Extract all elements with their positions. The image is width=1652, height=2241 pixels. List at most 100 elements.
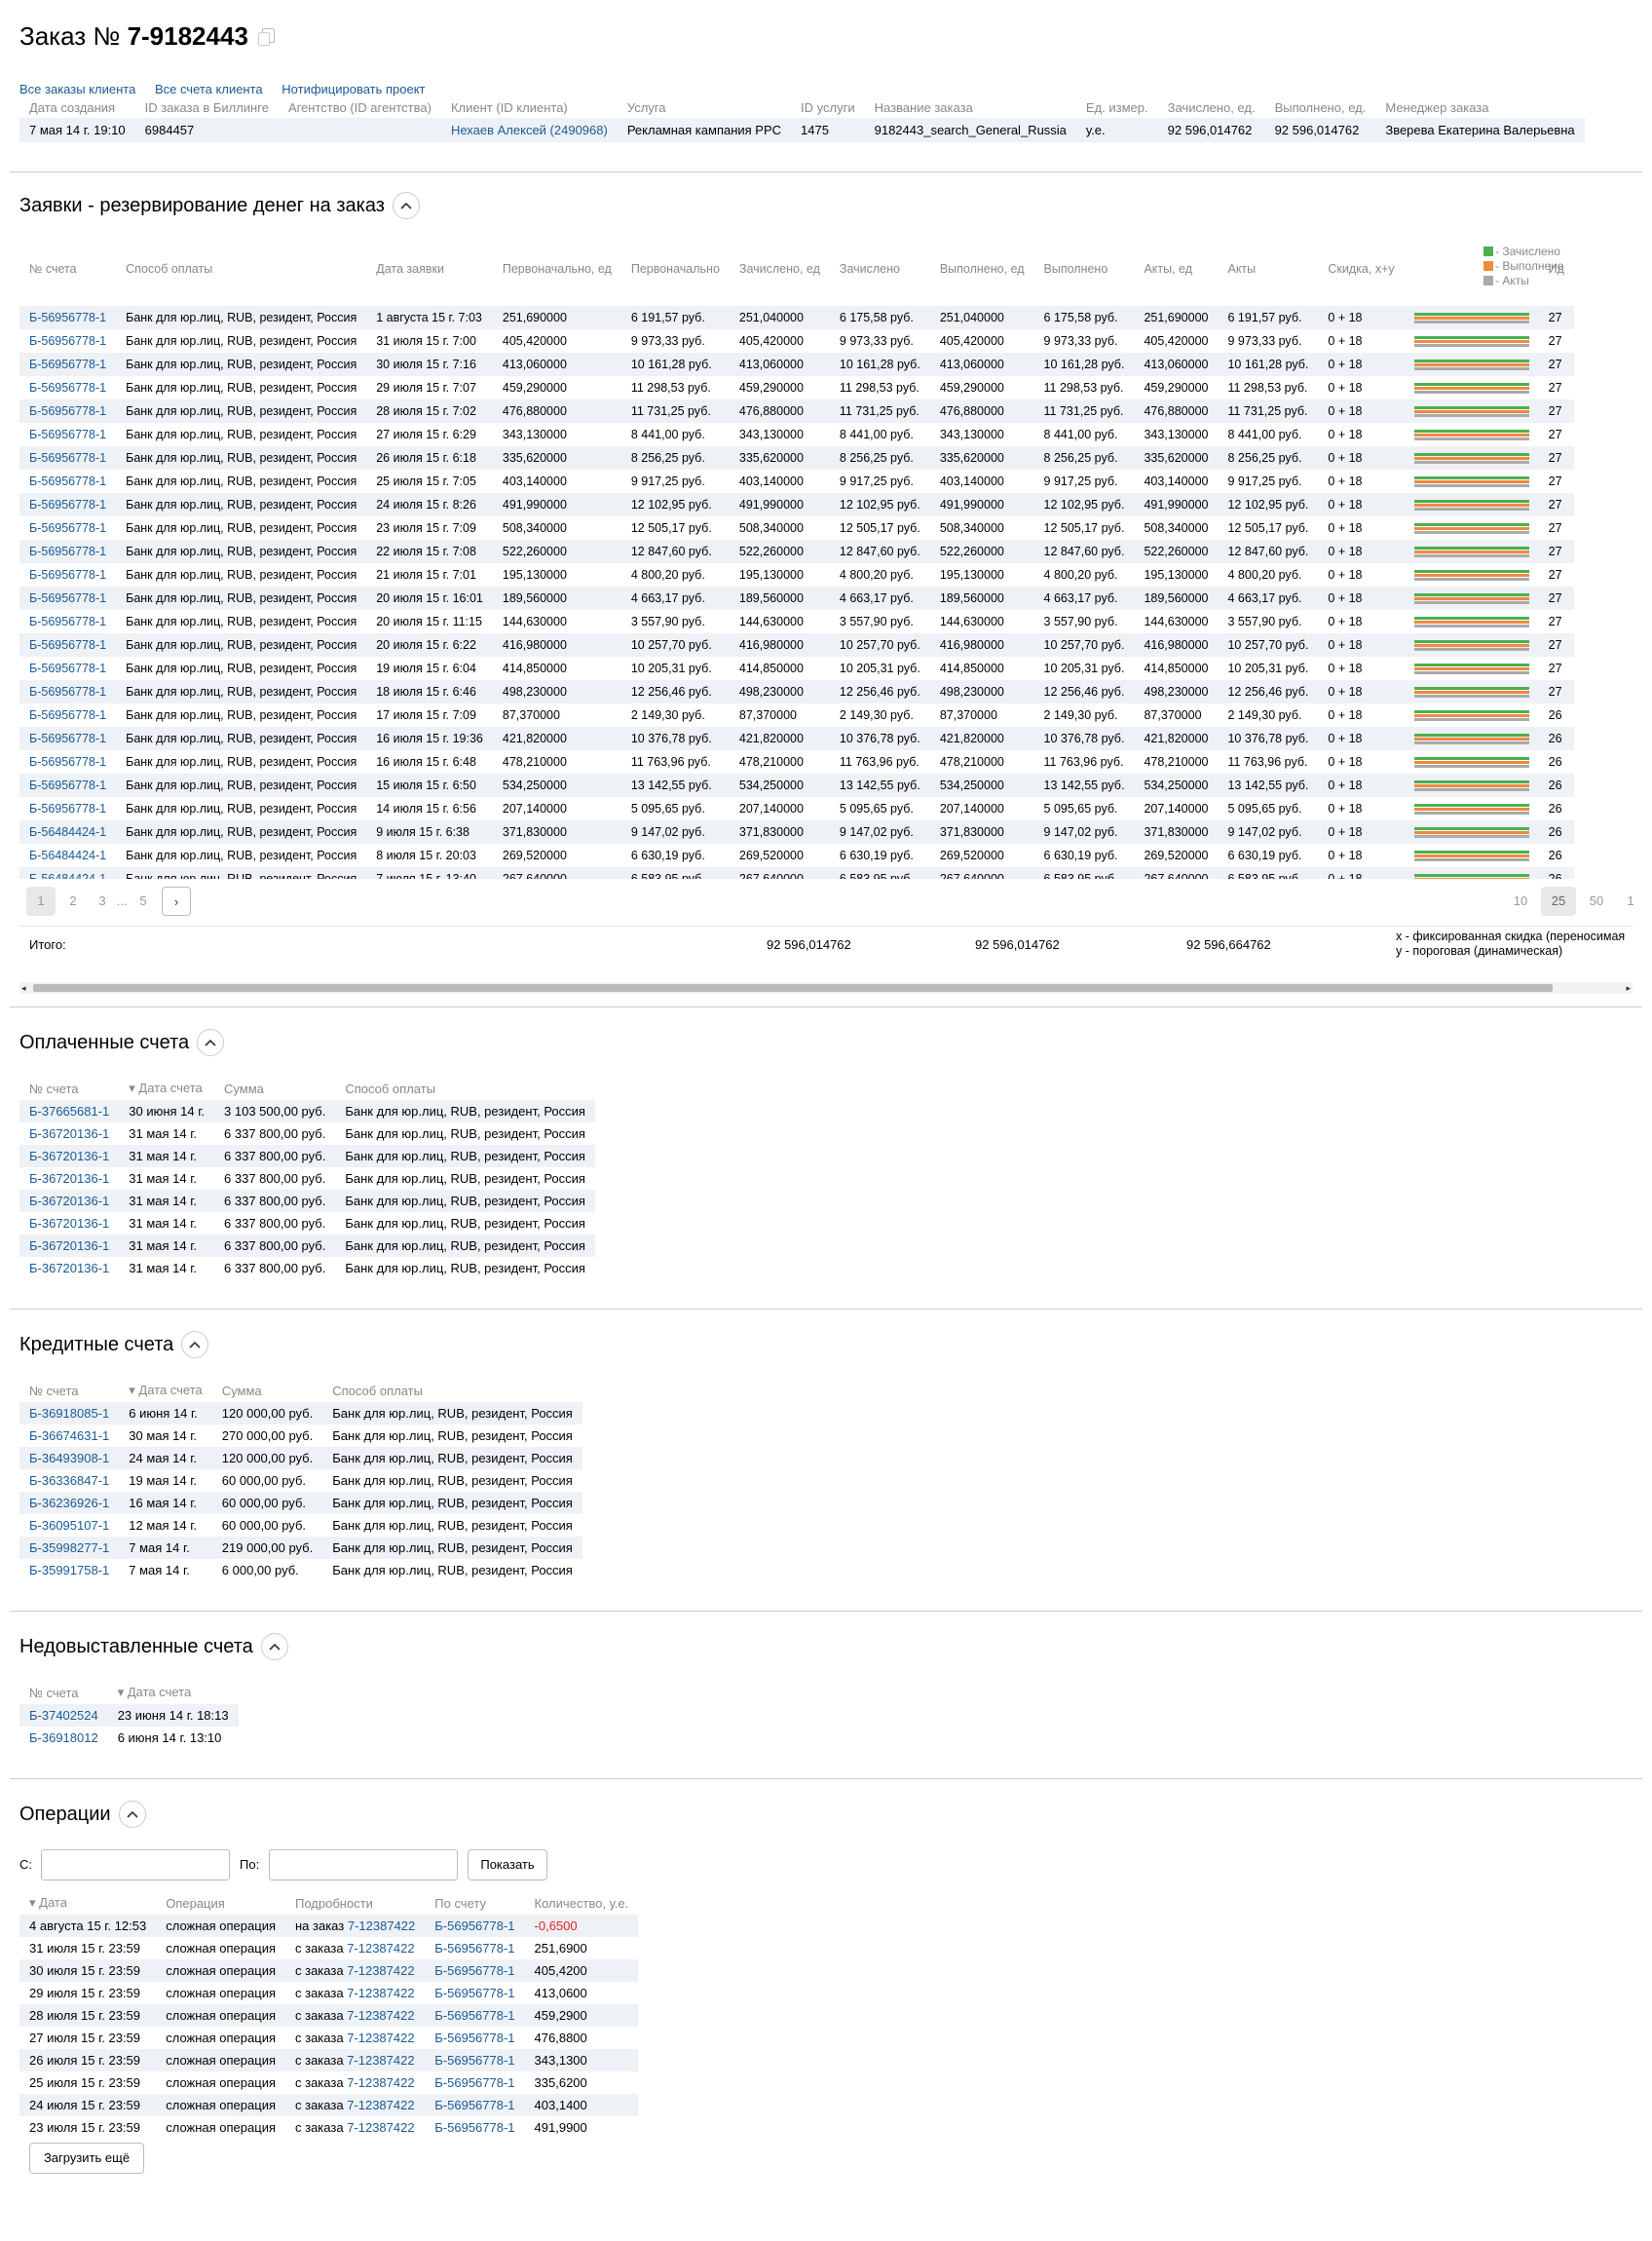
invoice-link[interactable]: Б-36720136-1 xyxy=(19,1145,120,1167)
invoice-link[interactable]: Б-36095107-1 xyxy=(19,1514,119,1537)
invoice-link[interactable]: Б-56956778-1 xyxy=(425,2004,525,2027)
invoice-link[interactable]: Б-36720136-1 xyxy=(19,1190,120,1212)
next-page-icon[interactable]: › xyxy=(162,887,191,916)
invoice-link[interactable]: Б-56956778-1 xyxy=(19,633,117,657)
sort-desc-icon[interactable]: ▾ xyxy=(118,1685,128,1699)
order-link[interactable]: 7-12387422 xyxy=(348,1918,415,1933)
horizontal-scrollbar[interactable]: ◂ ▸ xyxy=(19,982,1633,994)
page-button-3[interactable]: 3 xyxy=(90,887,115,916)
order-link[interactable]: 7-12387422 xyxy=(347,2031,414,2045)
invoice-link[interactable]: Б-36720136-1 xyxy=(19,1234,120,1257)
invoice-link[interactable]: Б-56484424-1 xyxy=(19,844,116,867)
column-header[interactable]: ▾ Дата счета xyxy=(119,1081,214,1100)
invoice-link[interactable]: Б-56956778-1 xyxy=(19,657,116,680)
invoice-link[interactable]: Б-56956778-1 xyxy=(425,1959,525,1982)
column-header[interactable]: ▾ Дата xyxy=(19,1895,156,1915)
invoice-link[interactable]: Б-36236926-1 xyxy=(19,1492,120,1514)
invoice-link[interactable]: Б-37402524 xyxy=(19,1704,108,1727)
invoice-link[interactable]: Б-56956778-1 xyxy=(19,470,116,493)
invoice-link[interactable]: Б-56956778-1 xyxy=(19,563,116,587)
invoice-link[interactable]: Б-36720136-1 xyxy=(19,1167,119,1190)
page-size-more[interactable]: 1 xyxy=(1621,887,1640,916)
invoice-link[interactable]: Б-36720136-1 xyxy=(19,1257,119,1279)
page-button-1[interactable]: 1 xyxy=(26,887,56,916)
page-button-2[interactable]: 2 xyxy=(58,887,88,916)
invoice-link[interactable]: Б-56956778-1 xyxy=(425,2027,524,2049)
page-size-10[interactable]: 10 xyxy=(1506,887,1535,916)
invoice-link[interactable]: Б-36720136-1 xyxy=(19,1212,119,1234)
order-link[interactable]: 7-12387422 xyxy=(347,2120,414,2135)
invoice-link[interactable]: Б-56956778-1 xyxy=(19,587,117,610)
notify-project-link[interactable]: Нотифицировать проект xyxy=(282,82,425,96)
invoice-link[interactable]: Б-36493908-1 xyxy=(19,1447,120,1469)
invoice-link[interactable]: Б-56956778-1 xyxy=(19,797,116,820)
invoice-link[interactable]: Б-56956778-1 xyxy=(19,399,117,423)
scroll-left-icon[interactable]: ◂ xyxy=(21,982,26,994)
date-from-input[interactable] xyxy=(41,1849,230,1880)
date-to-input[interactable] xyxy=(269,1849,458,1880)
invoice-link[interactable]: Б-56956778-1 xyxy=(19,329,116,353)
invoice-link[interactable]: Б-36674631-1 xyxy=(19,1424,119,1447)
invoice-link[interactable]: Б-35998277-1 xyxy=(19,1537,120,1559)
invoice-link[interactable]: Б-56956778-1 xyxy=(19,353,117,376)
load-more-button[interactable]: Загрузить ещё xyxy=(29,2143,144,2174)
invoice-link[interactable]: Б-56956778-1 xyxy=(19,610,116,633)
collapse-chevron-icon[interactable] xyxy=(260,1633,288,1660)
copy-icon[interactable] xyxy=(257,28,275,46)
invoice-link[interactable]: Б-56956778-1 xyxy=(19,376,116,399)
invoice-link[interactable]: Б-56956778-1 xyxy=(19,727,117,750)
order-link[interactable]: 7-12387422 xyxy=(347,1986,414,2000)
invoice-link[interactable]: Б-56956778-1 xyxy=(425,2116,524,2139)
order-link[interactable]: 7-12387422 xyxy=(347,2075,414,2090)
invoice-link[interactable]: Б-35991758-1 xyxy=(19,1559,119,1581)
invoice-link[interactable]: Б-56956778-1 xyxy=(19,750,116,774)
invoice-link[interactable]: Б-56956778-1 xyxy=(19,540,117,563)
invoice-link[interactable]: Б-56956778-1 xyxy=(425,1915,525,1937)
scrollbar-thumb[interactable] xyxy=(33,984,1553,992)
all-client-orders-link[interactable]: Все заказы клиента xyxy=(19,82,135,96)
invoice-link[interactable]: Б-56956778-1 xyxy=(425,1937,524,1959)
page-size-25[interactable]: 25 xyxy=(1541,887,1576,916)
invoice-link[interactable]: Б-56484424-1 xyxy=(19,820,117,844)
invoice-link[interactable]: Б-56956778-1 xyxy=(19,516,116,540)
column-header[interactable]: ▾ Дата счета xyxy=(119,1383,212,1402)
sort-desc-icon[interactable]: ▾ xyxy=(29,1895,39,1910)
invoice-link[interactable]: Б-56956778-1 xyxy=(19,774,117,797)
sort-desc-icon[interactable]: ▾ xyxy=(129,1081,138,1095)
order-link[interactable]: 7-12387422 xyxy=(347,1963,414,1978)
column-header[interactable]: ▾ Дата счета xyxy=(108,1685,239,1704)
invoice-link[interactable]: Б-56956778-1 xyxy=(425,2094,525,2116)
invoice-link[interactable]: Б-37665681-1 xyxy=(19,1100,120,1122)
invoice-link[interactable]: Б-56956778-1 xyxy=(19,703,116,727)
details-prefix: с заказа xyxy=(295,2098,344,2112)
collapse-chevron-icon[interactable] xyxy=(392,192,420,219)
invoice-link[interactable]: Б-56956778-1 xyxy=(19,446,117,470)
scroll-right-icon[interactable]: ▸ xyxy=(1626,982,1631,994)
invoice-link[interactable]: Б-56956778-1 xyxy=(425,2049,525,2071)
show-button[interactable]: Показать xyxy=(468,1849,547,1880)
order-link[interactable]: 7-12387422 xyxy=(347,2008,414,2023)
invoice-link[interactable]: Б-56484424-1 xyxy=(19,867,117,879)
order-link[interactable]: 7-12387422 xyxy=(347,2098,414,2112)
client-link[interactable]: Нехаев Алексей (2490968) xyxy=(440,118,618,142)
invoice-link[interactable]: Б-56956778-1 xyxy=(425,2071,524,2094)
collapse-chevron-icon[interactable] xyxy=(118,1801,146,1828)
invoice-link[interactable]: Б-36918012 xyxy=(19,1727,108,1749)
invoice-link[interactable]: Б-56956778-1 xyxy=(19,680,117,703)
order-link[interactable]: 7-12387422 xyxy=(347,2053,414,2068)
invoice-link[interactable]: Б-56956778-1 xyxy=(19,423,116,446)
invoice-link[interactable]: Б-36918085-1 xyxy=(19,1402,120,1424)
invoice-link[interactable]: Б-56956778-1 xyxy=(19,493,117,516)
sort-desc-icon[interactable]: ▾ xyxy=(129,1383,138,1397)
page-size-50[interactable]: 50 xyxy=(1582,887,1611,916)
cell: Банк для юр.лиц, RUB, резидент, Россия xyxy=(116,680,367,703)
invoice-link[interactable]: Б-36720136-1 xyxy=(19,1122,119,1145)
order-link[interactable]: 7-12387422 xyxy=(347,1941,414,1956)
all-client-invoices-link[interactable]: Все счета клиента xyxy=(155,82,263,96)
collapse-chevron-icon[interactable] xyxy=(197,1029,225,1056)
collapse-chevron-icon[interactable] xyxy=(181,1331,209,1358)
invoice-link[interactable]: Б-56956778-1 xyxy=(19,306,117,329)
page-button-5[interactable]: 5 xyxy=(131,887,156,916)
invoice-link[interactable]: Б-56956778-1 xyxy=(425,1982,524,2004)
invoice-link[interactable]: Б-36336847-1 xyxy=(19,1469,119,1492)
